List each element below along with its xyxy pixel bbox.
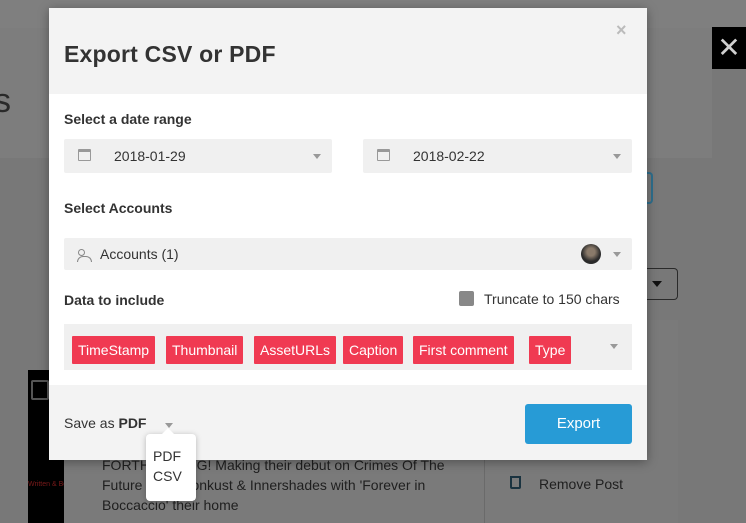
calendar-icon — [377, 149, 390, 161]
avatar — [581, 244, 601, 264]
data-fields-select[interactable]: TimeStamp Thumbnail AssetURLs Caption Fi… — [64, 324, 632, 370]
data-include-label: Data to include — [64, 292, 165, 308]
background-close-icon[interactable]: ✕ — [712, 27, 746, 69]
format-option-csv[interactable]: CSV — [153, 468, 182, 484]
save-format-dropdown: PDF CSV — [146, 428, 196, 501]
close-icon[interactable]: × — [616, 20, 627, 41]
export-modal: Export CSV or PDF × Select a date range … — [49, 8, 647, 460]
film-icon — [31, 380, 49, 400]
chevron-down-icon — [613, 252, 621, 257]
truncate-label: Truncate to 150 chars — [484, 291, 620, 307]
field-tag-caption[interactable]: Caption — [343, 336, 404, 364]
start-date-value: 2018-01-29 — [114, 148, 186, 164]
field-tag-type[interactable]: Type — [529, 336, 572, 364]
field-tag-asseturls[interactable]: AssetURLs — [254, 336, 337, 364]
start-date-picker[interactable]: 2018-01-29 — [64, 139, 332, 173]
background-thumbnail-caption: Written & Betonkust & — [28, 481, 64, 488]
save-as-format: PDF — [118, 415, 147, 431]
date-range-label: Select a date range — [64, 111, 192, 127]
field-tag-first-comment[interactable]: First comment — [413, 336, 514, 364]
end-date-value: 2018-02-22 — [413, 148, 485, 164]
modal-header: Export CSV or PDF × — [49, 8, 647, 94]
format-option-pdf[interactable]: PDF — [153, 448, 181, 464]
accounts-value: Accounts (1) — [100, 246, 179, 262]
field-tag-timestamp[interactable]: TimeStamp — [72, 336, 156, 364]
chevron-down-icon — [610, 344, 618, 349]
users-icon — [77, 249, 92, 262]
field-tag-thumbnail[interactable]: Thumbnail — [166, 336, 244, 364]
export-button[interactable]: Export — [525, 404, 632, 444]
accounts-select[interactable]: Accounts (1) — [64, 238, 632, 270]
trash-icon — [510, 476, 521, 489]
background-heading-fragment: s — [0, 82, 11, 120]
chevron-down-icon — [313, 154, 321, 159]
save-as-prefix: Save as — [64, 415, 115, 431]
remove-post-link: Remove Post — [539, 476, 624, 492]
calendar-icon — [78, 149, 91, 161]
end-date-picker[interactable]: 2018-02-22 — [363, 139, 632, 173]
accounts-label: Select Accounts — [64, 200, 173, 216]
truncate-checkbox[interactable] — [459, 291, 474, 306]
save-as-toggle[interactable]: Save as PDF — [64, 415, 146, 431]
modal-title: Export CSV or PDF — [64, 41, 276, 67]
chevron-down-icon — [613, 154, 621, 159]
